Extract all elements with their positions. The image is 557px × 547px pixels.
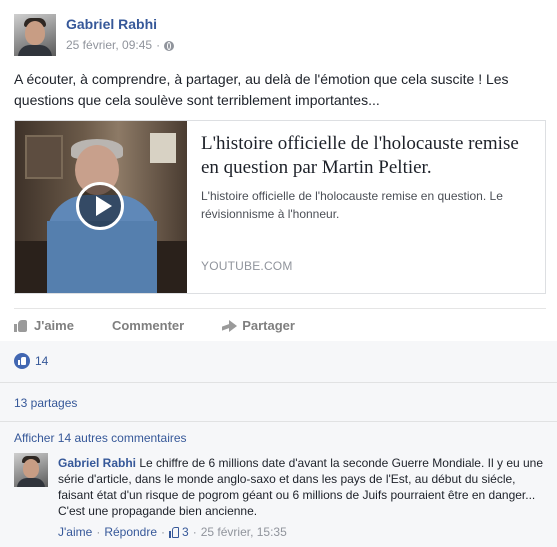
meta-separator: · — [156, 38, 161, 52]
share-arrow-icon — [222, 319, 238, 332]
link-text-area[interactable]: L'histoire officielle de l'holocauste re… — [201, 121, 541, 293]
view-more-comments-link[interactable]: Afficher 14 autres commentaires — [14, 431, 187, 445]
divider — [0, 382, 557, 383]
shares-count[interactable]: 13 partages — [14, 396, 77, 410]
link-domain: YOUTUBE.COM — [201, 259, 293, 273]
facebook-post: Gabriel Rabhi 25 février, 09:45 · A écou… — [0, 0, 557, 547]
comment-timestamp[interactable]: 25 février, 15:35 — [201, 525, 287, 539]
link-description: L'histoire officielle de l'holocauste re… — [201, 189, 503, 221]
feedback-section: 14 13 partages Afficher 14 autres commen… — [0, 341, 557, 547]
commenter-avatar[interactable] — [14, 453, 48, 487]
comment-body: Gabriel Rabhi Le chiffre de 6 millions d… — [58, 455, 548, 519]
link-preview-card[interactable]: L'histoire officielle de l'holocauste re… — [14, 120, 546, 294]
meta-dot: · — [96, 525, 101, 539]
share-button[interactable]: Partager — [222, 318, 295, 333]
post-author-name[interactable]: Gabriel Rabhi — [66, 16, 157, 32]
globe-icon[interactable] — [164, 41, 175, 51]
play-icon[interactable] — [76, 182, 124, 230]
post-timestamp[interactable]: 25 février, 09:45 — [66, 38, 152, 52]
thumbs-up-icon — [14, 319, 28, 332]
divider — [0, 421, 557, 422]
comment-label: Commenter — [111, 317, 185, 333]
like-badge-icon — [14, 353, 30, 369]
thumbs-up-icon — [169, 526, 180, 538]
meta-dot: · — [192, 525, 197, 539]
share-label: Partager — [242, 317, 295, 333]
post-text: A écouter, à comprendre, à partager, au … — [14, 71, 509, 108]
post-meta: 25 février, 09:45 · — [66, 38, 175, 52]
post-action-bar: J'aime Commenter Partager — [14, 308, 546, 434]
comment-like-link[interactable]: J'aime — [58, 525, 92, 539]
author-avatar[interactable] — [14, 14, 56, 56]
comment-author[interactable]: Gabriel Rabhi — [58, 456, 136, 470]
likes-count[interactable]: 14 — [35, 354, 48, 368]
meta-dot: · — [161, 525, 166, 539]
comment-meta: J'aime · Répondre · 3 · 25 février, 15:3… — [58, 525, 287, 539]
comment-like-count[interactable]: 3 — [182, 525, 189, 539]
comment-reply-link[interactable]: Répondre — [104, 525, 157, 539]
like-button[interactable]: J'aime — [14, 318, 74, 333]
likes-summary[interactable]: 14 — [14, 353, 48, 369]
like-label: J'aime — [34, 317, 74, 333]
video-thumbnail[interactable] — [15, 121, 187, 293]
link-title[interactable]: L'histoire officielle de l'holocauste re… — [201, 132, 541, 180]
comment-button[interactable]: Commenter — [28, 317, 185, 434]
